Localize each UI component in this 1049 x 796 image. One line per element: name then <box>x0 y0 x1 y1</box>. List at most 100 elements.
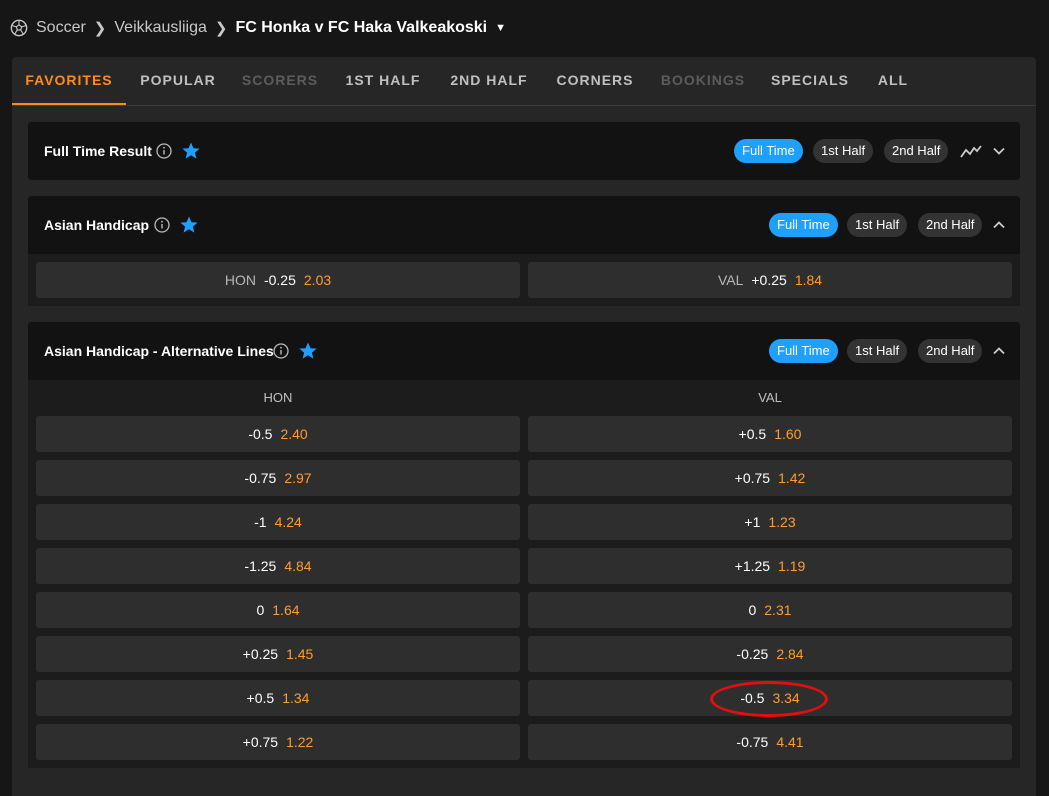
chevron-down-icon[interactable] <box>992 144 1006 158</box>
handicap-line: +0.25 <box>242 646 279 662</box>
odds-button[interactable]: +0.25 1.45 <box>36 636 520 672</box>
handicap-line: -0.75 <box>736 734 769 750</box>
period-pill-full-time[interactable]: Full Time <box>769 339 838 363</box>
market-body: HON VAL -0.5 2.40 +0.5 1.60 -0.75 2.97 +0.75 1.… <box>28 380 1020 768</box>
period-pill-2nd-half[interactable]: 2nd Half <box>884 139 949 163</box>
handicap-line: -0.5 <box>740 690 765 706</box>
handicap-line: -0.25 <box>736 646 769 662</box>
market-title: Full Time Result <box>44 143 152 159</box>
period-pill-2nd-half[interactable]: 2nd Half <box>918 339 983 363</box>
odds-value: 1.23 <box>768 514 796 530</box>
odds-value: 4.84 <box>284 558 312 574</box>
info-icon[interactable] <box>273 343 289 359</box>
odds-value: 4.41 <box>776 734 804 750</box>
tab-bookings[interactable]: BOOKINGS <box>656 57 750 103</box>
stats-chart-icon[interactable] <box>960 142 982 160</box>
market-header[interactable]: Asian Handicap Full Time 1st Half 2nd Ha… <box>28 196 1020 254</box>
tab-scorers[interactable]: SCORERS <box>238 57 322 103</box>
handicap-line: -0.5 <box>248 426 273 442</box>
market-header[interactable]: Asian Handicap - Alternative Lines Full … <box>28 322 1020 380</box>
tab-1st-half[interactable]: 1ST HALF <box>340 57 426 103</box>
info-icon[interactable] <box>156 143 172 159</box>
odds-button[interactable]: -0.75 2.97 <box>36 460 520 496</box>
odds-button[interactable]: -0.5 2.40 <box>36 416 520 452</box>
tab-popular[interactable]: POPULAR <box>136 57 220 103</box>
tab-specials[interactable]: SPECIALS <box>768 57 852 103</box>
period-pill-1st-half[interactable]: 1st Half <box>813 139 874 163</box>
handicap-line: -0.25 <box>263 272 296 288</box>
odds-button[interactable]: VAL +0.25 1.84 <box>528 262 1012 298</box>
odds-button[interactable]: -0.5 3.34 <box>528 680 1012 716</box>
handicap-line: +0.25 <box>751 272 787 288</box>
chevron-up-icon[interactable] <box>992 344 1006 358</box>
market-title: Asian Handicap <box>44 217 150 233</box>
handicap-line: +0.75 <box>734 470 771 486</box>
odds-button[interactable]: +0.5 1.34 <box>36 680 520 716</box>
odds-value: 2.97 <box>284 470 312 486</box>
handicap-line: +0.75 <box>242 734 279 750</box>
period-pill-2nd-half[interactable]: 2nd Half <box>918 213 983 237</box>
odds-value: 2.84 <box>776 646 804 662</box>
star-icon[interactable] <box>179 215 199 235</box>
odds-value: 2.31 <box>764 602 792 618</box>
odds-button[interactable]: 0 2.31 <box>528 592 1012 628</box>
column-header-home: HON <box>263 390 293 405</box>
info-icon[interactable] <box>154 217 170 233</box>
period-pill-1st-half[interactable]: 1st Half <box>847 339 908 363</box>
market-full-time-result: Full Time Result Full Time 1st Half 2nd … <box>28 122 1020 180</box>
handicap-line: +1.25 <box>734 558 771 574</box>
tab-favorites[interactable]: FAVORITES <box>12 57 126 105</box>
breadcrumb-sport[interactable]: Soccer <box>36 19 86 37</box>
column-header-away: VAL <box>758 390 782 405</box>
odds-value: 1.34 <box>282 690 310 706</box>
odds-value: 1.45 <box>286 646 314 662</box>
odds-value: 1.42 <box>778 470 806 486</box>
tab-2nd-half[interactable]: 2ND HALF <box>444 57 534 103</box>
odds-button[interactable]: -0.25 2.84 <box>528 636 1012 672</box>
odds-value: 2.40 <box>280 426 308 442</box>
caret-down-icon[interactable]: ▼ <box>495 22 506 34</box>
period-pill-full-time[interactable]: Full Time <box>734 139 803 163</box>
handicap-line: -0.75 <box>244 470 277 486</box>
odds-button[interactable]: +0.75 1.42 <box>528 460 1012 496</box>
odds-value: 2.03 <box>303 272 332 288</box>
breadcrumb-league[interactable]: Veikkausliiga <box>114 19 207 37</box>
odds-value: 1.22 <box>286 734 314 750</box>
chevron-right-icon: ❯ <box>93 20 107 37</box>
handicap-line: 0 <box>748 602 757 618</box>
odds-button[interactable]: +0.75 1.22 <box>36 724 520 760</box>
soccer-ball-icon <box>10 19 28 37</box>
market-asian-handicap: Asian Handicap Full Time 1st Half 2nd Ha… <box>28 196 1020 306</box>
odds-button[interactable]: -1.25 4.84 <box>36 548 520 584</box>
market-asian-handicap-alt: Asian Handicap - Alternative Lines Full … <box>28 322 1020 768</box>
team-label: VAL <box>717 272 744 288</box>
tab-all[interactable]: ALL <box>872 57 914 103</box>
market-body: HON -0.25 2.03 VAL +0.25 1.84 <box>28 254 1020 306</box>
period-pill-1st-half[interactable]: 1st Half <box>847 213 908 237</box>
odds-button[interactable]: HON -0.25 2.03 <box>36 262 520 298</box>
period-pill-full-time[interactable]: Full Time <box>769 213 838 237</box>
odds-button[interactable]: +0.5 1.60 <box>528 416 1012 452</box>
odds-value: 3.34 <box>772 690 800 706</box>
team-label: HON <box>224 272 256 288</box>
market-tabs: FAVORITES POPULAR SCORERS 1ST HALF 2ND H… <box>12 57 1036 106</box>
odds-button[interactable]: +1 1.23 <box>528 504 1012 540</box>
handicap-line: 0 <box>256 602 265 618</box>
star-icon[interactable] <box>181 141 201 161</box>
odds-value: 1.60 <box>774 426 802 442</box>
odds-button[interactable]: 0 1.64 <box>36 592 520 628</box>
odds-button[interactable]: +1.25 1.19 <box>528 548 1012 584</box>
market-title: Asian Handicap - Alternative Lines <box>44 343 274 359</box>
tab-corners[interactable]: CORNERS <box>552 57 638 103</box>
odds-button[interactable]: -1 4.24 <box>36 504 520 540</box>
star-icon[interactable] <box>298 341 318 361</box>
handicap-line: -1 <box>254 514 267 530</box>
handicap-line: +1 <box>744 514 761 530</box>
market-header[interactable]: Full Time Result Full Time 1st Half 2nd … <box>28 122 1020 180</box>
breadcrumb-match[interactable]: FC Honka v FC Haka Valkeakoski <box>235 19 487 37</box>
chevron-up-icon[interactable] <box>992 218 1006 232</box>
odds-button[interactable]: -0.75 4.41 <box>528 724 1012 760</box>
handicap-line: -1.25 <box>244 558 277 574</box>
handicap-line: +0.5 <box>246 690 275 706</box>
chevron-right-icon: ❯ <box>214 20 228 37</box>
